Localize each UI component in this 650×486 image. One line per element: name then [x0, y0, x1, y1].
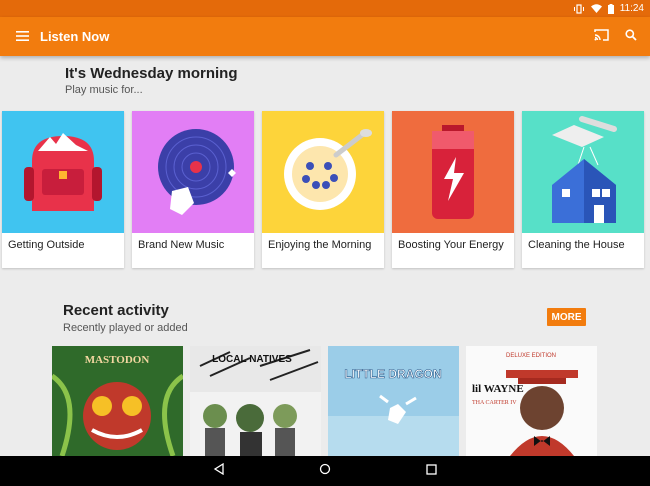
album-art-title: LOCAL NATIVES	[212, 354, 292, 365]
situation-card-cleaning-the-house[interactable]: Cleaning the House	[522, 111, 644, 268]
vacuum-house-icon	[522, 111, 644, 233]
situation-card-boosting-your-energy[interactable]: Boosting Your Energy	[392, 111, 514, 268]
situation-card-enjoying-the-morning[interactable]: Enjoying the Morning	[262, 111, 384, 268]
album-art-title: MASTODON	[85, 354, 150, 366]
status-bar: 11:24	[0, 0, 650, 17]
system-nav-bar	[0, 456, 650, 486]
album-art-local-natives[interactable]: LOCAL NATIVES	[190, 346, 321, 456]
status-time: 11:24	[619, 3, 644, 14]
recents-button[interactable]	[419, 459, 443, 483]
app-bar: Listen Now	[0, 17, 650, 56]
menu-icon	[15, 28, 29, 46]
album-art-lil-wayne[interactable]: DELUXE EDITION lil WAYNE THA CARTER IV	[466, 346, 597, 456]
album-art-mastodon[interactable]: MASTODON	[52, 346, 183, 456]
recent-activity-subheading: Recently played or added	[63, 322, 188, 334]
album-art-title: lil WAYNE	[472, 383, 524, 395]
greeting-subheading: Play music for...	[65, 84, 143, 96]
vinyl-record-icon	[132, 111, 254, 233]
home-button[interactable]	[313, 459, 337, 483]
situation-card-label: Brand New Music	[138, 239, 225, 251]
search-button[interactable]	[616, 22, 646, 52]
wifi-icon	[590, 4, 602, 13]
situation-cards: Getting Outside Brand New Music Enjoying…	[2, 111, 644, 268]
page-title: Listen Now	[40, 29, 110, 44]
situation-card-label: Cleaning the House	[528, 239, 625, 251]
cast-button[interactable]	[586, 22, 616, 52]
home-icon	[319, 462, 331, 480]
album-art-title: LITTLE DRAGON	[344, 367, 441, 381]
recent-activity-section: Recent activity Recently played or added	[63, 302, 188, 334]
back-icon	[213, 462, 225, 480]
situation-card-label: Enjoying the Morning	[268, 239, 372, 251]
album-art-edition: DELUXE EDITION	[506, 353, 556, 359]
greeting-section: It's Wednesday morning Play music for...	[65, 65, 238, 96]
backpack-icon	[2, 111, 124, 233]
more-button[interactable]: MORE	[547, 308, 586, 326]
vibrate-icon	[573, 3, 585, 14]
battery-charge-icon	[392, 111, 514, 233]
greeting-heading: It's Wednesday morning	[65, 65, 238, 82]
situation-card-label: Getting Outside	[8, 239, 85, 251]
cast-icon	[593, 28, 609, 46]
recent-albums: MASTODON LOCAL NATIVES LITTLE DRAGON DEL…	[52, 346, 597, 456]
back-button[interactable]	[207, 459, 231, 483]
menu-button[interactable]	[8, 23, 36, 51]
recent-activity-heading: Recent activity	[63, 302, 169, 319]
recents-icon	[425, 462, 437, 480]
album-art-little-dragon[interactable]: LITTLE DRAGON	[328, 346, 459, 456]
album-art-subtitle: THA CARTER IV	[472, 400, 517, 406]
situation-card-brand-new-music[interactable]: Brand New Music	[132, 111, 254, 268]
search-icon	[625, 28, 637, 46]
battery-icon	[607, 3, 614, 14]
cereal-bowl-icon	[262, 111, 384, 233]
situation-card-label: Boosting Your Energy	[398, 239, 504, 251]
situation-card-getting-outside[interactable]: Getting Outside	[2, 111, 124, 268]
